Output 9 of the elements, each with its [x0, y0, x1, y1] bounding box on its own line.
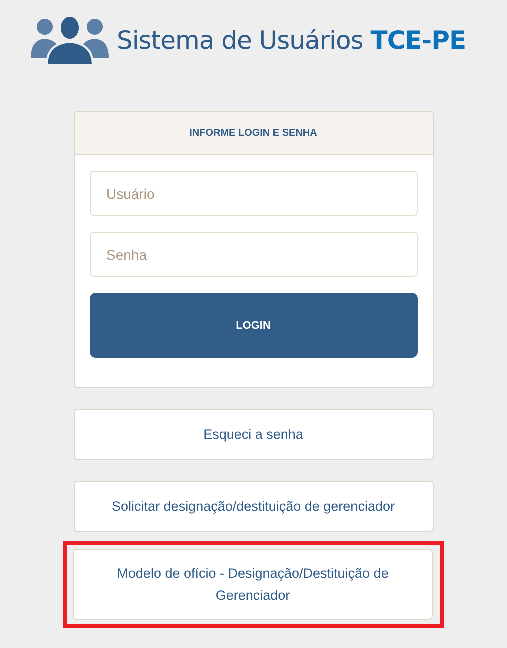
panel-heading: INFORME LOGIN E SENHA: [74, 112, 432, 155]
password-field[interactable]: Senha: [90, 232, 418, 277]
link-button[interactable]: Esqueci a senha: [74, 409, 434, 460]
username-field[interactable]: Usuário: [90, 171, 418, 216]
link-button[interactable]: Solicitar designação/destituição de gerenciador: [74, 481, 434, 532]
users-icon: [30, 14, 109, 66]
app-title: Sistema de Usuários TCE-PE: [116, 26, 466, 54]
login-button[interactable]: LOGIN: [90, 293, 418, 358]
link-button[interactable]: Modelo de ofício - Designação/Destituição de Gerenciador: [73, 549, 433, 620]
